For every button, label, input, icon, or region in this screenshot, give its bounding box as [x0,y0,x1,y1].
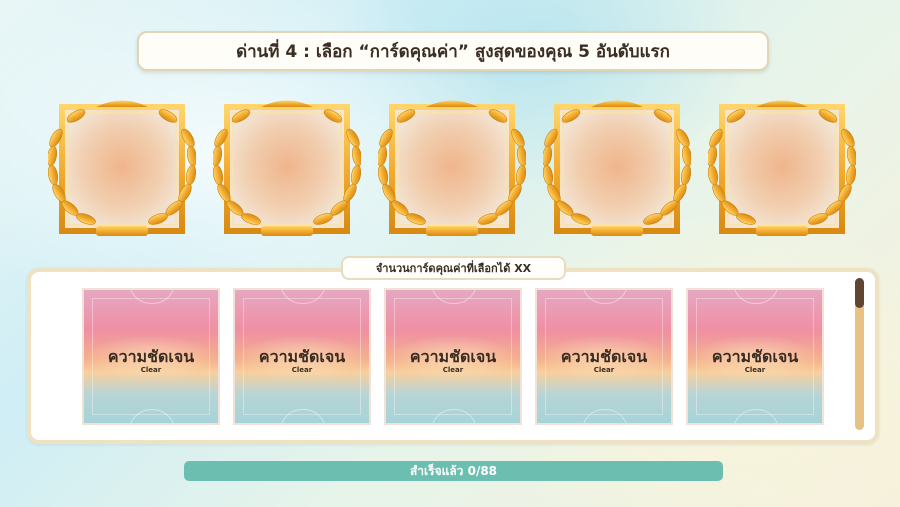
card-subtitle: Clear [593,366,615,374]
laurel-frame-slot-5[interactable] [708,98,856,243]
value-card-2[interactable]: ความชัดเจน Clear [233,288,371,425]
laurel-frame-slot-1[interactable] [48,98,196,243]
card-subtitle: Clear [140,366,162,374]
card-subtitle: Clear [291,366,313,374]
laurel-frame-slot-4[interactable] [543,98,691,243]
card-subtitle: Clear [744,366,766,374]
value-card-1[interactable]: ความชัดเจน Clear [82,288,220,425]
laurel-frame-icon [543,100,691,236]
value-card-5[interactable]: ความชัดเจน Clear [686,288,824,425]
laurel-frame-icon [48,100,196,236]
laurel-frame-icon [213,100,361,236]
stage-title-banner: ด่านที่ 4 : เลือก “การ์ดคุณค่า” สูงสุดขอ… [137,31,769,71]
card-subtitle: Clear [442,366,464,374]
selectable-count-label: จำนวนการ์ดคุณค่าที่เลือกได้ XX [341,256,566,280]
top-five-slots [48,98,858,243]
completion-progress-bar: สำเร็จแล้ว 0/88 [184,461,723,481]
laurel-frame-slot-2[interactable] [213,98,361,243]
value-card-3[interactable]: ความชัดเจน Clear [384,288,522,425]
value-card-4[interactable]: ความชัดเจน Clear [535,288,673,425]
laurel-frame-icon [708,100,856,236]
card-list-scrollbar-thumb[interactable] [855,278,864,308]
laurel-frame-icon [378,100,526,236]
laurel-frame-slot-3[interactable] [378,98,526,243]
stage-title: ด่านที่ 4 : เลือก “การ์ดคุณค่า” สูงสุดขอ… [236,41,670,62]
progress-label: สำเร็จแล้ว 0/88 [409,463,498,478]
